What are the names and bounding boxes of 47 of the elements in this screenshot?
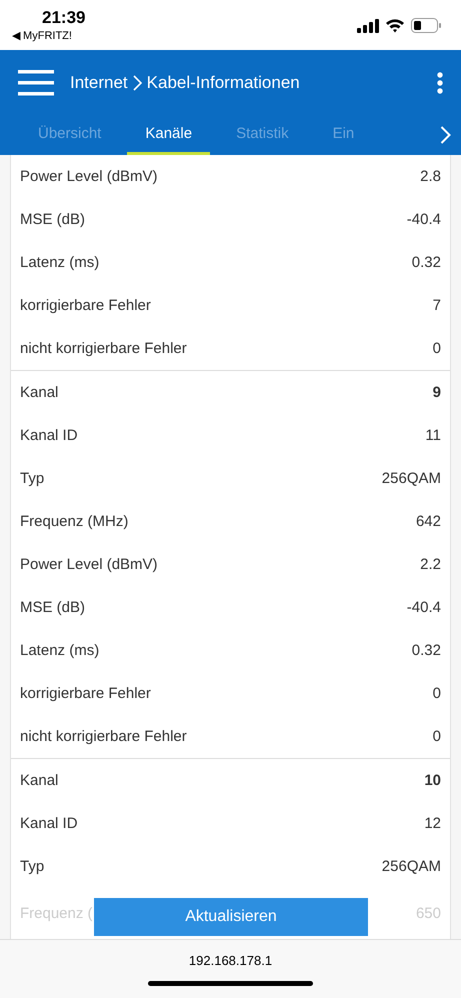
back-to-app-link[interactable]: ◀ MyFRITZ! (12, 29, 72, 42)
field-value: 0 (432, 685, 441, 702)
field-value: 10 (424, 772, 441, 789)
field-value: 12 (424, 815, 441, 832)
field-label: Kanal ID (20, 427, 78, 444)
field-value: -40.4 (406, 211, 441, 228)
field-value: 9 (432, 384, 441, 401)
field-label: nicht korrigierbare Fehler (20, 340, 187, 357)
field-value: 2.8 (420, 168, 441, 185)
menu-icon[interactable] (18, 70, 54, 96)
field-value: 0.32 (412, 254, 441, 271)
field-label: Kanal (20, 384, 58, 401)
field-label: korrigierbare Fehler (20, 297, 151, 314)
field-value: 0.32 (412, 642, 441, 659)
wifi-icon (385, 18, 405, 33)
field-label: Frequenz (MHz) (20, 513, 128, 530)
field-label: Typ (20, 858, 44, 875)
field-label: Latenz (ms) (20, 642, 100, 659)
field-label: Kanal ID (20, 815, 78, 832)
field-value: 642 (416, 513, 441, 530)
field-label: nicht korrigierbare Fehler (20, 728, 187, 745)
field-value: 0 (432, 340, 441, 357)
field-label: Typ (20, 470, 44, 487)
field-label: Power Level (dBmV) (20, 556, 158, 573)
field-label: Latenz (ms) (20, 254, 100, 271)
more-options-icon[interactable] (437, 72, 443, 94)
field-label: MSE (dB) (20, 211, 86, 228)
field-value: 7 (432, 297, 441, 314)
field-value: 256QAM (382, 858, 441, 875)
field-value: -40.4 (406, 599, 441, 616)
page-title: Kabel-Informationen (146, 72, 300, 92)
field-label: Kanal (20, 772, 58, 789)
field-value: 256QAM (382, 470, 441, 487)
status-time: 21:39 (42, 8, 86, 28)
field-value: 2.2 (420, 556, 441, 573)
address-bar[interactable]: 192.168.178.1 (188, 953, 272, 968)
chevron-right-icon (132, 74, 142, 90)
signal-icon (357, 18, 379, 32)
field-label: Power Level (dBmV) (20, 168, 158, 185)
field-label: MSE (dB) (20, 599, 86, 616)
breadcrumb-section[interactable]: Internet (70, 72, 128, 92)
field-value: 0 (432, 728, 441, 745)
field-label: korrigierbare Fehler (20, 685, 151, 702)
refresh-button[interactable]: Aktualisieren (94, 898, 368, 936)
battery-icon (411, 18, 441, 33)
chevron-right-icon[interactable] (440, 126, 451, 144)
field-value: 11 (425, 427, 441, 444)
